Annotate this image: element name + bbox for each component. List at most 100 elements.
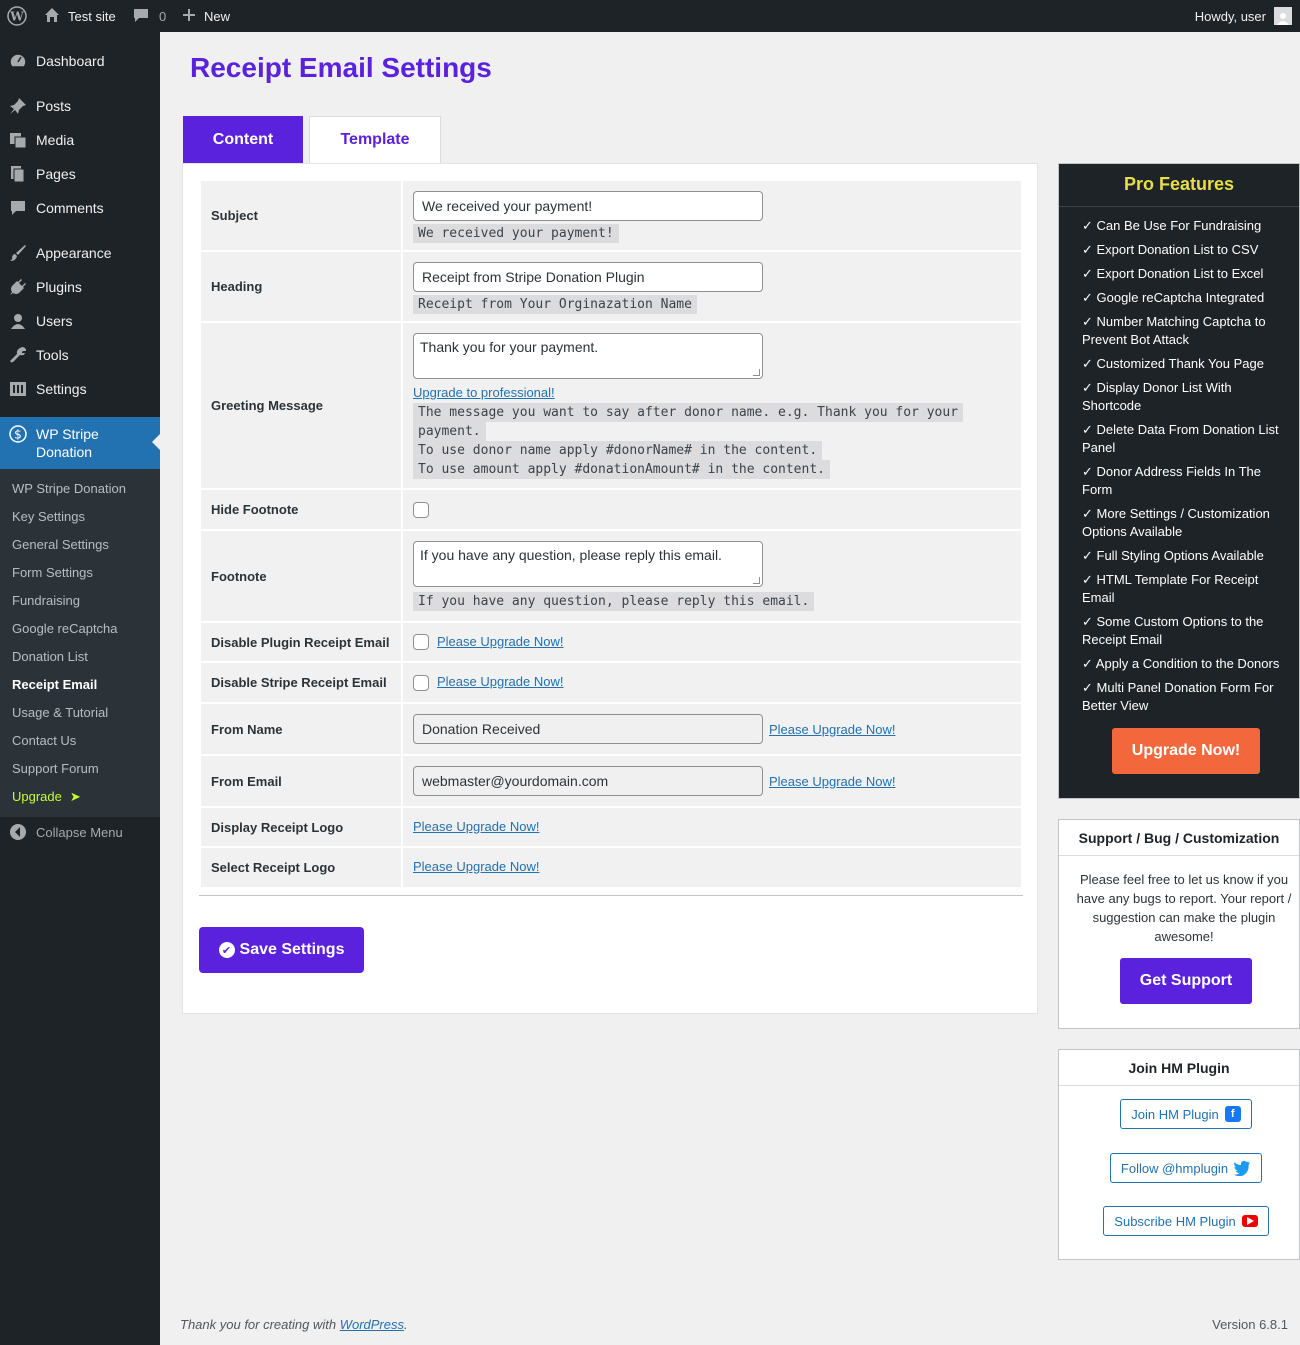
disable-plugin-upgrade-link[interactable]: Please Upgrade Now! — [437, 634, 563, 649]
tab-template[interactable]: Template — [309, 116, 441, 163]
avatar — [1274, 7, 1292, 25]
hide-footnote-checkbox[interactable] — [413, 502, 429, 518]
submenu-google-recaptcha[interactable]: Google reCaptcha — [12, 621, 118, 636]
pro-feature-item: ✓ Multi Panel Donation Form For Better V… — [1082, 680, 1274, 713]
footer-credit-text: Thank you for creating with — [180, 1317, 337, 1332]
upgrade-now-button[interactable]: Upgrade Now! — [1112, 728, 1260, 774]
footer-credit-suffix: . — [404, 1317, 408, 1332]
collapse-menu-button[interactable]: Collapse Menu — [0, 815, 160, 849]
sidebar-item-plugins[interactable]: Plugins — [0, 270, 160, 304]
greeting-hint-2: To use donor name apply #donorName# in t… — [413, 441, 823, 460]
submenu-donation-list[interactable]: Donation List — [12, 649, 88, 664]
wordpress-link[interactable]: WordPress — [340, 1317, 404, 1332]
from-email-label: From Email — [201, 756, 401, 806]
plug-icon — [0, 278, 36, 296]
disable-stripe-receipt-checkbox[interactable] — [413, 675, 429, 691]
sidebar-item-label: WP Stripe Donation — [36, 426, 99, 460]
submenu-fundraising[interactable]: Fundraising — [12, 593, 80, 608]
pro-features-separator — [1059, 206, 1299, 207]
pro-feature-item: ✓ Display Donor List With Shortcode — [1082, 380, 1232, 413]
sidebar-item-label: Posts — [36, 98, 72, 114]
join-title: Join HM Plugin — [1059, 1050, 1299, 1086]
greeting-textarea[interactable]: Thank you for your payment. — [413, 333, 763, 379]
join-facebook-button[interactable]: Join HM Plugin f — [1120, 1099, 1252, 1129]
pro-feature-item: ✓ Customized Thank You Page — [1082, 356, 1264, 371]
save-settings-button[interactable]: ✔ Save Settings — [199, 927, 364, 973]
howdy-text: Howdy, user — [1194, 8, 1266, 24]
page-title: Receipt Email Settings — [190, 52, 492, 83]
greeting-row: Greeting Message Thank you for your paym… — [201, 323, 1021, 488]
hide-footnote-row: Hide Footnote — [201, 490, 1021, 529]
dollar-icon: $ — [9, 425, 27, 446]
check-circle-icon: ✔ — [218, 942, 235, 958]
disable-stripe-receipt-label: Disable Stripe Receipt Email — [201, 663, 401, 702]
disable-stripe-upgrade-link[interactable]: Please Upgrade Now! — [437, 674, 563, 689]
support-text: Please feel free to let us know if you h… — [1076, 872, 1292, 944]
site-name-link[interactable]: Test site — [44, 0, 116, 32]
disable-plugin-receipt-label: Disable Plugin Receipt Email — [201, 623, 401, 661]
submenu-upgrade-label: Upgrade — [12, 789, 62, 804]
wordpress-logo-icon[interactable]: W — [7, 0, 27, 32]
submenu-receipt-email[interactable]: Receipt Email — [12, 677, 97, 692]
sidebar-item-users[interactable]: Users — [0, 304, 160, 338]
join-facebook-label: Join HM Plugin — [1131, 1106, 1219, 1122]
new-label: New — [204, 8, 231, 24]
sidebar-item-pages[interactable]: Pages — [0, 157, 160, 191]
pro-feature-item: ✓ Export Donation List to CSV — [1082, 242, 1259, 257]
sidebar-item-posts[interactable]: Posts — [0, 89, 160, 123]
footnote-textarea[interactable]: If you have any question, please reply t… — [413, 541, 763, 587]
brush-icon — [0, 244, 36, 262]
youtube-icon — [1241, 1215, 1258, 1227]
sidebar-item-media[interactable]: Media — [0, 123, 160, 157]
submenu-support-forum[interactable]: Support Forum — [12, 761, 99, 776]
follow-twitter-button[interactable]: Follow @hmplugin — [1110, 1153, 1262, 1183]
from-name-row: From Name Donation Received Please Upgra… — [201, 704, 1021, 754]
display-logo-upgrade-link[interactable]: Please Upgrade Now! — [413, 819, 539, 834]
from-email-row: From Email webmaster@yourdomain.com Plea… — [201, 756, 1021, 806]
sidebar-item-appearance[interactable]: Appearance — [0, 236, 160, 270]
submenu-key-settings[interactable]: Key Settings — [12, 509, 85, 524]
sidebar-item-tools[interactable]: Tools — [0, 338, 160, 372]
from-email-input[interactable]: webmaster@yourdomain.com — [413, 766, 763, 796]
comments-link[interactable]: 0 — [133, 0, 166, 32]
from-name-upgrade-link[interactable]: Please Upgrade Now! — [769, 722, 895, 737]
sidebar-item-settings[interactable]: Settings — [0, 372, 160, 406]
subscribe-youtube-label: Subscribe HM Plugin — [1114, 1213, 1236, 1229]
get-support-button[interactable]: Get Support — [1120, 958, 1252, 1004]
submenu-general-settings[interactable]: General Settings — [12, 537, 109, 552]
wrench-icon — [0, 346, 36, 364]
sidebar-item-dashboard[interactable]: Dashboard — [0, 44, 160, 78]
subject-input[interactable]: We received your payment! — [413, 191, 763, 221]
submenu-contact-us[interactable]: Contact Us — [12, 733, 76, 748]
subject-label: Subject — [201, 181, 401, 250]
dashboard-icon — [0, 52, 36, 70]
my-account-link[interactable]: Howdy, user — [1195, 0, 1292, 32]
submenu-form-settings[interactable]: Form Settings — [12, 565, 93, 580]
footnote-row: Footnote If you have any question, pleas… — [201, 531, 1021, 621]
new-content-link[interactable]: New — [182, 0, 230, 32]
submenu-usage-tutorial[interactable]: Usage & Tutorial — [12, 705, 108, 720]
display-receipt-logo-label: Display Receipt Logo — [201, 808, 401, 846]
submenu-wp-stripe-donation[interactable]: WP Stripe Donation — [12, 481, 126, 496]
footer-version: Version 6.8.1 — [1212, 1317, 1288, 1332]
follow-twitter-label: Follow @hmplugin — [1120, 1160, 1229, 1176]
sidebar-item-label: Comments — [36, 200, 104, 216]
tab-content[interactable]: Content — [183, 116, 303, 163]
heading-input[interactable]: Receipt from Stripe Donation Plugin — [413, 262, 763, 292]
disable-plugin-receipt-checkbox[interactable] — [413, 634, 429, 650]
from-email-upgrade-link[interactable]: Please Upgrade Now! — [769, 774, 895, 789]
sidebar-item-comments[interactable]: Comments — [0, 191, 160, 225]
from-name-input[interactable]: Donation Received — [413, 714, 763, 744]
footnote-label: Footnote — [201, 531, 401, 621]
facebook-icon: f — [1224, 1106, 1241, 1122]
upgrade-professional-link[interactable]: Upgrade to professional! — [413, 385, 555, 400]
admin-sidebar: Dashboard Posts Media Pages Comments App… — [0, 32, 160, 1345]
hide-footnote-label: Hide Footnote — [201, 490, 401, 529]
sidebar-item-label: Appearance — [36, 245, 112, 261]
svg-text:$: $ — [14, 428, 22, 442]
select-logo-upgrade-link[interactable]: Please Upgrade Now! — [413, 859, 539, 874]
submenu-upgrade[interactable]: Upgrade ➤ — [12, 789, 81, 805]
subscribe-youtube-button[interactable]: Subscribe HM Plugin — [1103, 1206, 1269, 1236]
sidebar-item-wp-stripe-donation[interactable]: $ WP Stripe Donation — [0, 417, 160, 469]
collapse-icon — [0, 823, 36, 841]
